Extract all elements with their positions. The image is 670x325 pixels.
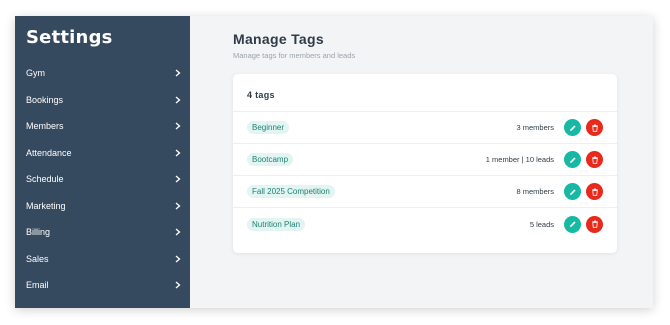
sidebar-item-schedule[interactable]: Schedule — [15, 166, 190, 193]
chevron-right-icon — [175, 202, 181, 210]
chevron-right-icon — [175, 228, 181, 236]
page-subtitle: Manage tags for members and leads — [233, 51, 356, 60]
chevron-right-icon — [175, 96, 181, 104]
chevron-right-icon — [175, 281, 181, 289]
sidebar-item-sales[interactable]: Sales — [15, 246, 190, 273]
pencil-icon — [569, 124, 576, 131]
tag-label: Bootcamp — [247, 153, 294, 166]
sidebar-item-members[interactable]: Members — [15, 113, 190, 140]
sidebar-item-label: Members — [26, 121, 64, 132]
tags-card: 4 tags Beginner 3 members Bootcamp 1 mem… — [233, 74, 617, 253]
pencil-icon — [569, 188, 576, 195]
sidebar-item-label: Attendance — [26, 147, 72, 158]
sidebar-item-attendance[interactable]: Attendance — [15, 140, 190, 167]
delete-tag-button[interactable] — [586, 151, 603, 168]
sidebar-item-label: Schedule — [26, 174, 64, 185]
edit-tag-button[interactable] — [564, 119, 581, 136]
sidebar-item-label: Marketing — [26, 200, 66, 211]
tag-label: Fall 2025 Competition — [247, 185, 335, 198]
sidebar-title: Settings — [26, 27, 113, 48]
trash-icon — [591, 220, 598, 228]
delete-tag-button[interactable] — [586, 183, 603, 200]
tag-row: Fall 2025 Competition 8 members — [233, 176, 617, 208]
trash-icon — [591, 188, 598, 196]
sidebar-item-bookings[interactable]: Bookings — [15, 87, 190, 114]
tag-row: Beginner 3 members — [233, 112, 617, 144]
delete-tag-button[interactable] — [586, 215, 603, 233]
trash-icon — [591, 124, 598, 132]
tags-count-header: 4 tags — [233, 74, 617, 112]
sidebar-item-marketing[interactable]: Marketing — [15, 193, 190, 220]
settings-sidebar: Settings Gym Bookings Members Attendance… — [15, 16, 190, 308]
chevron-right-icon — [175, 255, 181, 263]
tag-label: Beginner — [247, 121, 290, 134]
tag-usage-count: 8 members — [516, 187, 554, 196]
chevron-right-icon — [175, 175, 181, 183]
chevron-right-icon — [175, 122, 181, 130]
edit-tag-button[interactable] — [564, 215, 581, 233]
sidebar-item-billing[interactable]: Billing — [15, 219, 190, 246]
sidebar-nav: Gym Bookings Members Attendance Schedule… — [15, 60, 190, 299]
tag-usage-count: 5 leads — [529, 219, 554, 229]
delete-tag-button[interactable] — [586, 119, 603, 136]
sidebar-item-label: Gym — [26, 68, 45, 79]
sidebar-item-label: Sales — [26, 253, 49, 264]
trash-icon — [591, 156, 598, 164]
chevron-right-icon — [175, 69, 181, 77]
tag-usage-count: 3 members — [516, 123, 554, 132]
sidebar-item-label: Bookings — [26, 94, 64, 105]
tag-row: Bootcamp 1 member | 10 leads — [233, 144, 617, 176]
page-title: Manage Tags — [233, 31, 324, 47]
sidebar-item-label: Email — [26, 280, 49, 291]
tag-label: Nutrition Plan — [247, 217, 306, 231]
sidebar-item-gym[interactable]: Gym — [15, 60, 190, 87]
chevron-right-icon — [175, 149, 181, 157]
pencil-icon — [569, 156, 576, 163]
tag-usage-count: 1 member | 10 leads — [485, 155, 554, 164]
edit-tag-button[interactable] — [564, 151, 581, 168]
edit-tag-button[interactable] — [564, 183, 581, 200]
sidebar-item-email[interactable]: Email — [15, 272, 190, 299]
tag-row: Nutrition Plan 5 leads — [233, 208, 617, 240]
main-content: Manage Tags Manage tags for members and … — [190, 16, 653, 308]
pencil-icon — [569, 221, 576, 227]
sidebar-item-label: Billing — [26, 227, 51, 238]
app-window: Settings Gym Bookings Members Attendance… — [15, 16, 653, 308]
